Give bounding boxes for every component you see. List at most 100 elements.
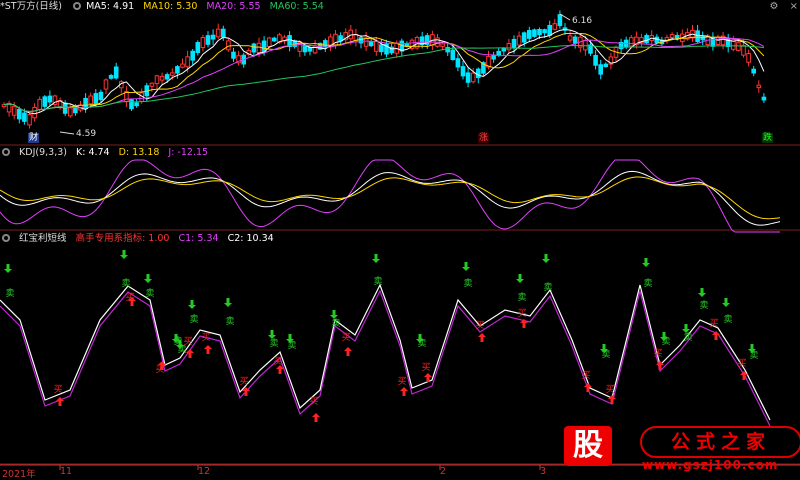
candle-body <box>465 72 471 83</box>
sell-arrow-icon <box>4 264 12 273</box>
buy-signal-label: 买 <box>581 370 590 381</box>
sell-arrow-icon <box>120 250 128 259</box>
candle-body <box>134 102 139 107</box>
sell-arrow-icon <box>372 254 380 263</box>
sell-arrow-icon <box>330 310 338 319</box>
limit-up-badge[interactable]: 涨 <box>478 133 490 143</box>
candle-body <box>629 37 634 47</box>
candle-body <box>272 37 277 42</box>
settings-dot-icon[interactable] <box>73 2 82 10</box>
sell-arrow-icon <box>224 298 232 307</box>
low-marker-line <box>59 131 75 135</box>
sell-arrow-icon <box>144 274 152 283</box>
x-tick: 12 <box>198 466 211 477</box>
candle-body <box>302 44 308 53</box>
candle-body <box>256 42 262 54</box>
candle-body <box>542 29 547 34</box>
candle-body <box>506 43 512 51</box>
candle-body <box>547 24 553 36</box>
buy-signal-label: 买 <box>397 376 406 387</box>
candle-body <box>88 95 94 105</box>
candle-body <box>440 43 445 47</box>
buy-signal-label: 买 <box>155 364 164 375</box>
candle-body <box>603 63 609 68</box>
settings-icon[interactable]: ⚙ <box>769 1 778 12</box>
candle-body <box>567 35 573 41</box>
sell-signal-label: 卖 <box>5 288 14 299</box>
sell-arrow-icon <box>462 262 470 271</box>
candle-body <box>205 35 211 45</box>
buy-signal-label: 买 <box>201 332 210 343</box>
candle-body <box>455 58 461 68</box>
sell-arrow-icon <box>682 324 690 333</box>
buy-signal-label: 买 <box>737 358 746 369</box>
x-tick: 2 <box>440 466 447 477</box>
sell-signal-label: 卖 <box>699 300 708 311</box>
sell-arrow-icon <box>642 258 650 267</box>
window-controls: ⚙ × <box>761 1 798 12</box>
candle-body <box>368 41 374 47</box>
buy-arrow-icon <box>312 413 320 422</box>
candle-body <box>159 75 165 81</box>
candle-body <box>113 66 119 79</box>
custom-title: 红宝利短线 <box>19 233 67 244</box>
candle-body <box>445 47 450 53</box>
buy-arrow-icon <box>204 345 212 354</box>
sell-arrow-icon <box>516 274 524 283</box>
finance-badge[interactable]: 财 <box>28 133 40 143</box>
candle-body <box>149 82 155 87</box>
x-tick: 11 <box>60 466 73 477</box>
buy-arrow-icon <box>584 383 592 392</box>
candle-body <box>195 42 201 53</box>
buy-signal-label: 买 <box>653 348 662 359</box>
buy-arrow-icon <box>344 347 352 356</box>
candle-body <box>460 66 466 77</box>
buy-signal-label: 买 <box>125 292 134 303</box>
candle-body <box>470 72 476 83</box>
sell-signal-label: 卖 <box>373 276 382 287</box>
sell-signal-label: 卖 <box>463 278 472 289</box>
kdj-k-line <box>0 170 781 226</box>
candle-body <box>374 40 379 52</box>
x-tick: 3 <box>540 466 547 477</box>
buy-signal-label: 买 <box>273 356 282 367</box>
candle-body <box>715 36 721 45</box>
sell-signal-label: 卖 <box>121 278 130 289</box>
candle-body <box>557 14 563 27</box>
low-price-label: 4.59 <box>76 129 97 139</box>
candle-body <box>185 56 190 68</box>
sell-signal-label: 卖 <box>749 350 758 361</box>
custom-settings-icon[interactable] <box>2 234 10 242</box>
buy-signal-label: 买 <box>183 336 192 347</box>
ma10-label: MA10: 5.30 <box>143 1 198 12</box>
kdj-settings-icon[interactable] <box>2 148 10 156</box>
candle-body <box>756 84 762 89</box>
candle-body <box>572 36 578 44</box>
sell-signal-label: 卖 <box>331 318 340 329</box>
candle-body <box>210 34 216 40</box>
candle-body <box>93 93 99 105</box>
sell-signal-label: 卖 <box>517 292 526 303</box>
candle-body <box>221 28 226 38</box>
buy-signal-label: 买 <box>341 332 350 343</box>
buy-arrow-icon <box>400 387 408 396</box>
close-icon[interactable]: × <box>790 1 798 12</box>
sell-signal-label: 卖 <box>417 338 426 349</box>
candle-body <box>491 54 496 60</box>
sell-signal-label: 卖 <box>287 340 296 351</box>
candle-body <box>129 99 134 110</box>
sell-arrow-icon <box>188 300 196 309</box>
candle-body <box>108 75 114 79</box>
buy-signal-label: 买 <box>517 308 526 319</box>
candle-body <box>215 28 221 38</box>
candle-body <box>17 109 22 120</box>
candle-body <box>644 35 649 44</box>
sell-signal-label: 卖 <box>543 282 552 293</box>
sell-arrow-icon <box>722 298 730 307</box>
candle-body <box>521 32 527 43</box>
limit-down-badge[interactable]: 跌 <box>762 133 774 143</box>
candle-body <box>68 107 73 117</box>
candle-body <box>175 66 180 74</box>
candle-body <box>674 34 680 40</box>
sell-signal-label: 卖 <box>189 314 198 325</box>
